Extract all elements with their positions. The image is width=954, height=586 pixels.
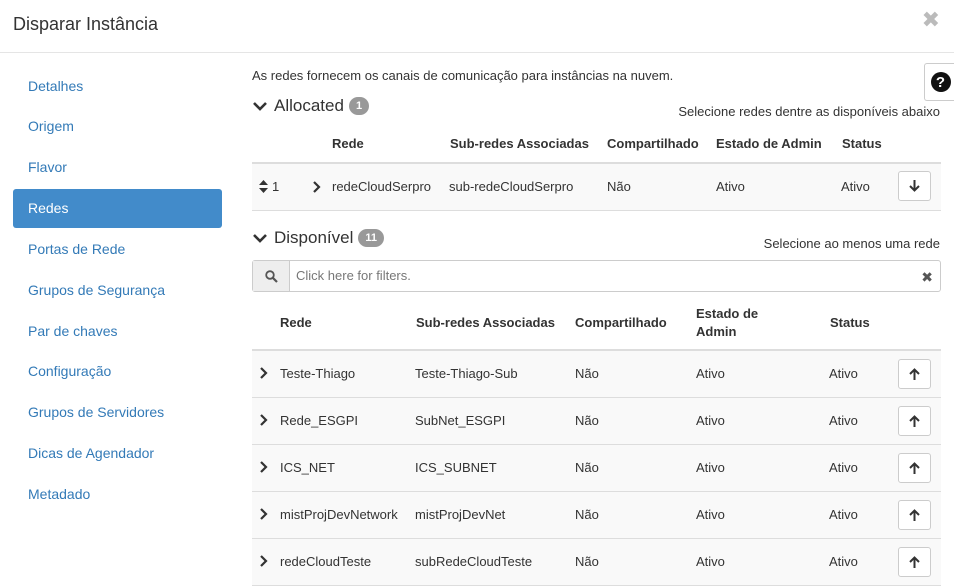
available-row-rede: ICS_NET — [280, 460, 335, 475]
available-row-status: Ativo — [829, 460, 858, 475]
allocated-col-compartilhado: Compartilhado — [607, 136, 699, 151]
available-hint: Selecione ao menos uma rede — [763, 236, 940, 251]
chevron-down-icon — [253, 234, 267, 243]
allocate-button[interactable] — [898, 359, 931, 389]
deallocate-button[interactable] — [898, 171, 931, 201]
chevron-right-icon[interactable] — [259, 555, 269, 567]
available-row-estado: Ativo — [696, 554, 725, 569]
allocated-col-estado: Estado de Admin — [716, 136, 822, 151]
sidebar-item-portas-de-rede[interactable]: Portas de Rede — [13, 229, 222, 268]
allocated-toggle[interactable]: Allocated 1 — [252, 96, 370, 116]
available-count-badge: 11 — [358, 229, 385, 247]
arrow-up-icon — [909, 556, 920, 568]
help-icon: ? — [930, 72, 951, 92]
allocated-row-order: 1 — [272, 179, 280, 194]
available-row-status: Ativo — [829, 413, 858, 428]
available-row-estado: Ativo — [696, 507, 725, 522]
arrow-up-icon — [909, 368, 920, 380]
available-row-compartilhado: Não — [575, 554, 599, 569]
allocate-button[interactable] — [898, 453, 931, 483]
filter-input[interactable] — [296, 268, 876, 283]
available-row-status: Ativo — [829, 507, 858, 522]
sidebar-item-metadado[interactable]: Metadado — [13, 474, 222, 513]
allocated-title: Allocated — [274, 96, 344, 115]
available-col-estado-line2: Admin — [696, 324, 737, 339]
wizard-sidebar: Detalhes Origem Flavor Redes Portas de R… — [13, 66, 222, 515]
allocate-button[interactable] — [898, 406, 931, 436]
chevron-right-icon[interactable] — [312, 181, 322, 193]
allocate-button[interactable] — [898, 500, 931, 530]
available-col-status: Status — [830, 315, 870, 330]
available-row-rede: mistProjDevNetwork — [280, 507, 398, 522]
available-row-subredes: SubNet_ESGPI — [415, 413, 506, 428]
sidebar-item-par-de-chaves[interactable]: Par de chaves — [13, 311, 222, 350]
sidebar-item-configuracao[interactable]: Configuração — [13, 352, 222, 391]
sidebar-item-origem[interactable]: Origem — [13, 107, 222, 146]
available-row-subredes: mistProjDevNet — [415, 507, 506, 522]
allocated-hint: Selecione redes dentre as disponíveis ab… — [678, 104, 940, 119]
available-title: Disponível — [274, 228, 354, 247]
available-col-estado-line1: Estado de — [696, 306, 759, 321]
arrow-up-icon — [909, 509, 920, 521]
available-row-compartilhado: Não — [575, 460, 599, 475]
modal-header: Disparar Instância ✖ — [0, 0, 954, 53]
sidebar-item-detalhes[interactable]: Detalhes — [13, 66, 222, 105]
sidebar-item-flavor[interactable]: Flavor — [13, 148, 222, 187]
allocated-col-status: Status — [842, 136, 882, 151]
chevron-down-icon — [253, 102, 267, 111]
sidebar-item-grupos-de-servidores[interactable]: Grupos de Servidores — [13, 393, 222, 432]
filter-bar: ✖ — [252, 260, 941, 292]
available-col-rede: Rede — [280, 315, 312, 330]
arrow-up-icon — [909, 462, 920, 474]
available-row-estado: Ativo — [696, 460, 725, 475]
chevron-right-icon[interactable] — [259, 367, 269, 379]
sidebar-item-dicas-de-agendador[interactable]: Dicas de Agendador — [13, 434, 222, 473]
available-row-compartilhado: Não — [575, 413, 599, 428]
allocated-row-rede: redeCloudSerpro — [332, 179, 432, 194]
search-icon — [264, 269, 278, 283]
available-row-compartilhado: Não — [575, 366, 599, 381]
sidebar-item-grupos-de-seguranca[interactable]: Grupos de Segurança — [13, 270, 222, 309]
available-row-subredes: Teste-Thiago-Sub — [415, 366, 518, 381]
available-row-rede: Teste-Thiago — [280, 366, 356, 381]
available-col-subredes: Sub-redes Associadas — [416, 315, 555, 330]
sort-handle-icon[interactable] — [259, 180, 268, 193]
chevron-right-icon[interactable] — [259, 461, 269, 473]
available-row-estado: Ativo — [696, 366, 725, 381]
available-row-rede: redeCloudTeste — [280, 554, 372, 569]
allocated-row-subredes: sub-redeCloudSerpro — [449, 179, 574, 194]
available-row-compartilhado: Não — [575, 507, 599, 522]
chevron-right-icon[interactable] — [259, 414, 269, 426]
arrow-up-icon — [909, 415, 920, 427]
help-button[interactable]: ? — [924, 63, 954, 101]
available-row-estado: Ativo — [696, 413, 725, 428]
search-addon — [253, 261, 290, 291]
close-icon[interactable]: ✖ — [922, 9, 940, 31]
allocated-col-rede: Rede — [332, 136, 364, 151]
available-col-compartilhado: Compartilhado — [575, 315, 667, 330]
allocate-button[interactable] — [898, 547, 931, 577]
available-row-subredes: ICS_SUBNET — [415, 460, 497, 475]
available-row-status: Ativo — [829, 554, 858, 569]
description-text: As redes fornecem os canais de comunicaç… — [252, 68, 674, 83]
available-toggle[interactable]: Disponível 11 — [252, 228, 385, 248]
allocated-row-compartilhado: Não — [607, 179, 631, 194]
available-row-status: Ativo — [829, 366, 858, 381]
allocated-row-estado: Ativo — [716, 179, 745, 194]
available-row-rede: Rede_ESGPI — [280, 413, 359, 428]
allocated-count-badge: 1 — [348, 97, 370, 115]
chevron-right-icon[interactable] — [259, 508, 269, 520]
available-row-subredes: subRedeCloudTeste — [415, 554, 533, 569]
allocated-col-subredes: Sub-redes Associadas — [450, 136, 589, 151]
clear-filter-icon[interactable]: ✖ — [921, 269, 933, 286]
sidebar-item-redes[interactable]: Redes — [13, 188, 222, 228]
arrow-down-icon — [909, 180, 920, 192]
modal-title: Disparar Instância — [13, 14, 159, 34]
allocated-row-status: Ativo — [841, 179, 870, 194]
